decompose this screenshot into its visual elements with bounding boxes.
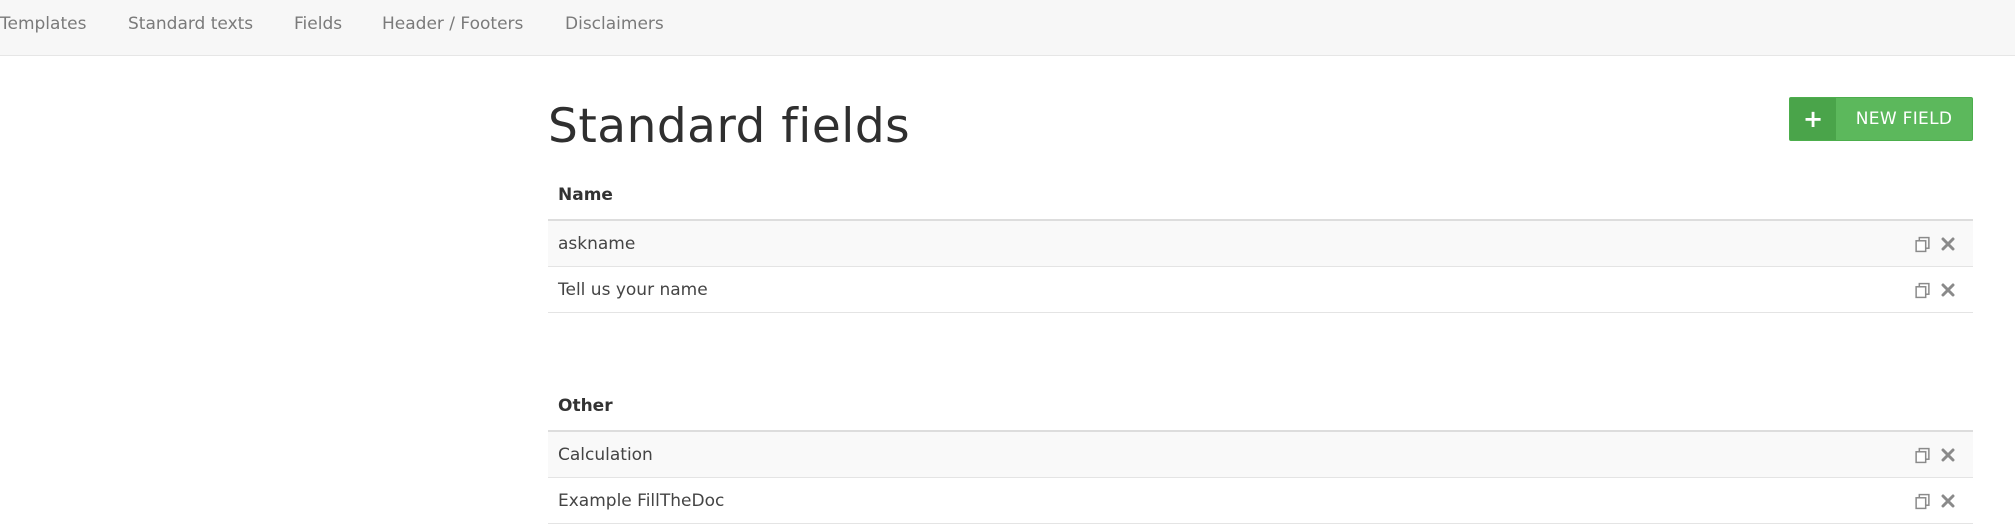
field-name: Tell us your name (558, 280, 708, 300)
new-field-button[interactable]: + NEW FIELD (1789, 97, 1973, 141)
copy-icon[interactable] (1913, 492, 1931, 510)
group-header: Name (548, 172, 1973, 221)
field-group-name: Name askname Tell us your name (548, 172, 1973, 313)
nav-item-header-footers[interactable]: Header / Footers (382, 0, 523, 48)
page-title: Standard fields (548, 99, 911, 154)
table-row[interactable]: askname (548, 221, 1973, 267)
field-name: Calculation (558, 445, 653, 465)
top-nav: Templates Standard texts Fields Header /… (0, 0, 2015, 56)
table-row[interactable]: Calculation (548, 432, 1973, 478)
field-name: askname (558, 234, 636, 254)
nav-item-templates[interactable]: Templates (0, 0, 86, 48)
copy-icon[interactable] (1913, 281, 1931, 299)
nav-item-standard-texts[interactable]: Standard texts (128, 0, 253, 48)
copy-icon[interactable] (1913, 235, 1931, 253)
group-header: Other (548, 383, 1973, 432)
delete-icon[interactable] (1939, 235, 1957, 253)
field-group-other: Other Calculation Example FillTheDoc (548, 383, 1973, 524)
table-row[interactable]: Example FillTheDoc (548, 478, 1973, 524)
delete-icon[interactable] (1939, 281, 1957, 299)
new-field-button-label: NEW FIELD (1855, 109, 1953, 129)
field-name: Example FillTheDoc (558, 491, 725, 511)
plus-icon: + (1790, 98, 1836, 140)
delete-icon[interactable] (1939, 492, 1957, 510)
delete-icon[interactable] (1939, 446, 1957, 464)
table-row[interactable]: Tell us your name (548, 267, 1973, 313)
nav-item-disclaimers[interactable]: Disclaimers (565, 0, 664, 48)
nav-item-fields[interactable]: Fields (294, 0, 342, 48)
copy-icon[interactable] (1913, 446, 1931, 464)
